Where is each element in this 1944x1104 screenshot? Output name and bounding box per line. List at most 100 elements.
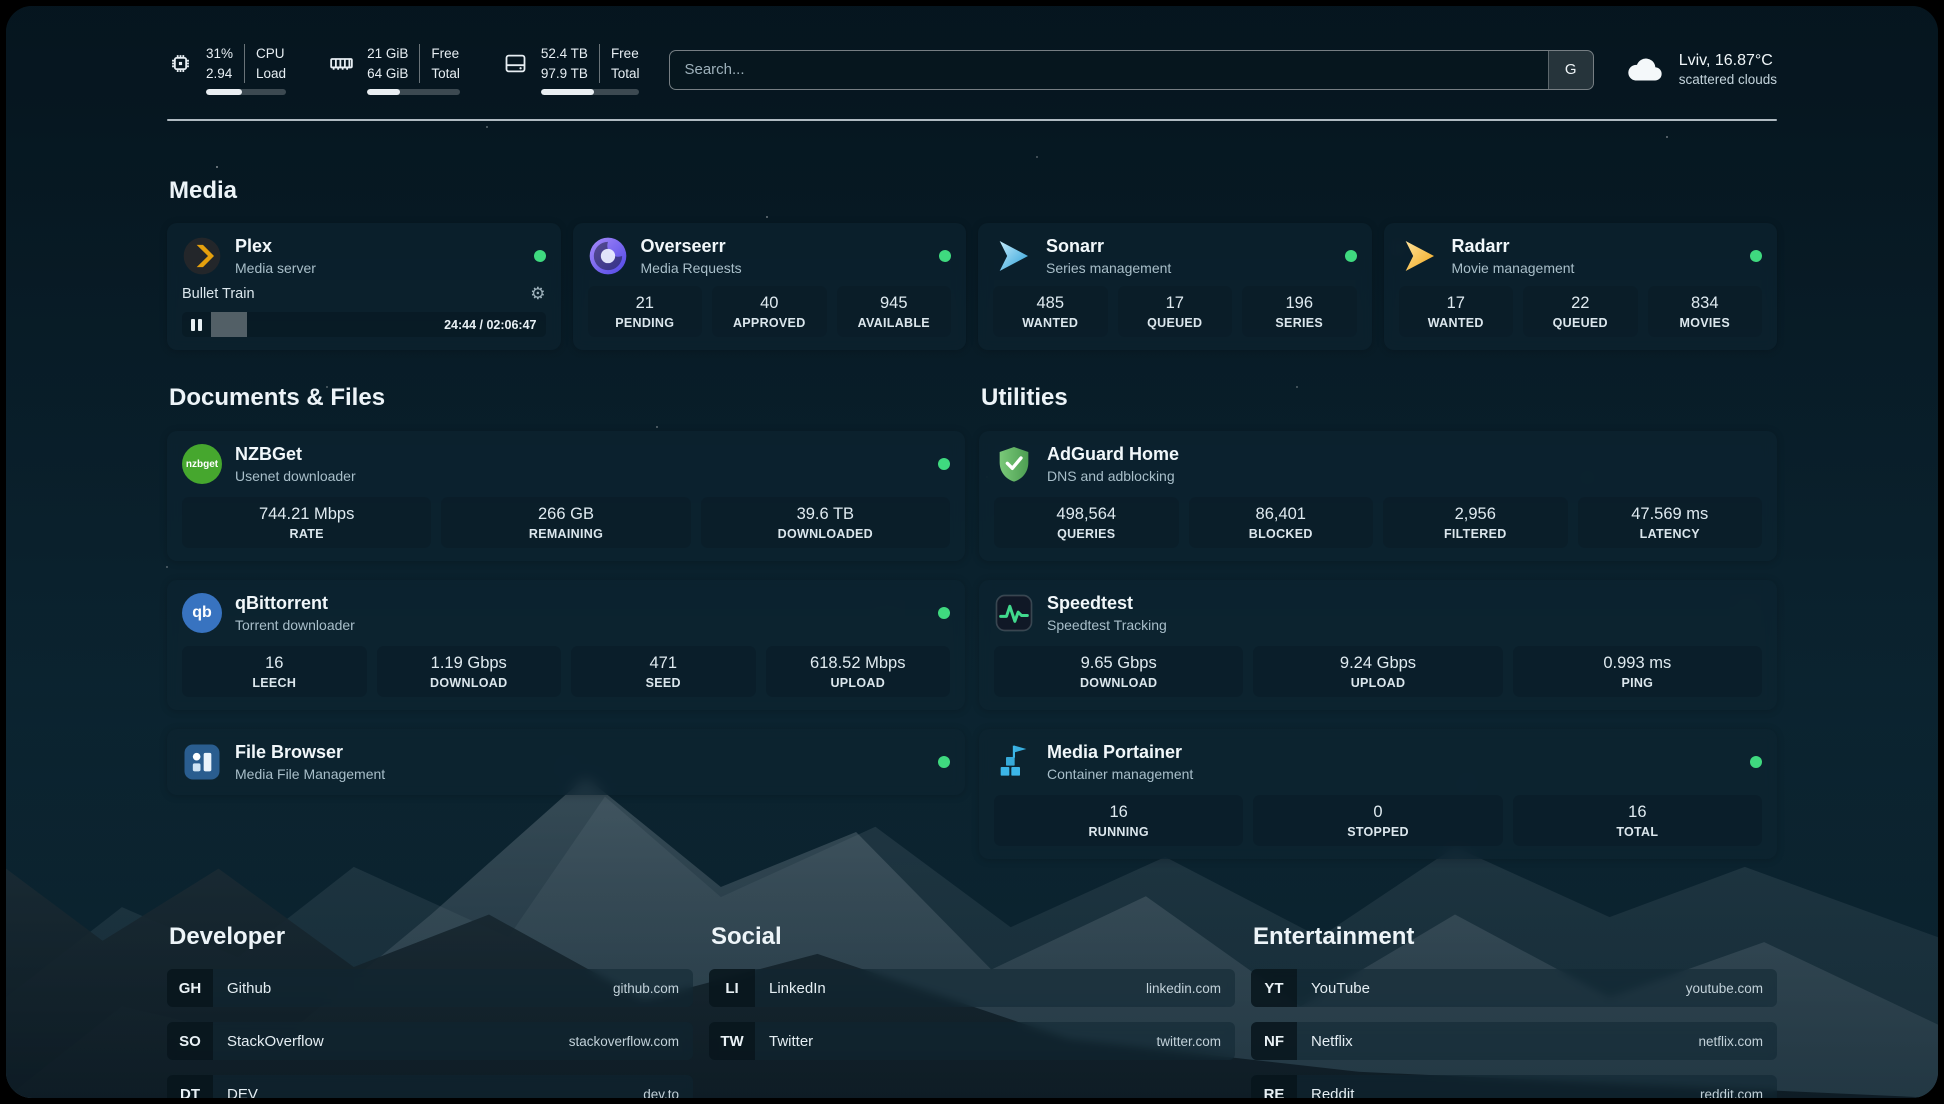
bookmark-abbr: RE <box>1251 1075 1297 1098</box>
stats-row: 16RUNNING 0STOPPED 16TOTAL <box>994 795 1762 846</box>
status-dot <box>939 250 951 262</box>
stats-row: 744.21 MbpsRATE 266 GBREMAINING 39.6 TBD… <box>182 497 950 548</box>
stat-queued: 17QUEUED <box>1118 286 1233 337</box>
bookmark-reddit[interactable]: RE Reddit reddit.com <box>1251 1075 1777 1098</box>
adguard-icon <box>994 444 1034 484</box>
now-playing-row: Bullet Train ⚙ <box>182 285 546 302</box>
stat-upload: 9.24 GbpsUPLOAD <box>1253 646 1502 697</box>
memory-values: 21 GiB 64 GiB <box>367 44 408 83</box>
bookmark-name: DEV <box>227 1086 258 1098</box>
stat-filtered: 2,956FILTERED <box>1383 497 1568 548</box>
stat-available: 945AVAILABLE <box>837 286 952 337</box>
memory-widget: 21 GiB 64 GiB Free Total <box>328 44 460 95</box>
bookmark-name: Reddit <box>1311 1086 1354 1098</box>
gear-icon[interactable]: ⚙ <box>530 285 545 302</box>
radarr-card[interactable]: Radarr Movie management 17WANTED 22QUEUE… <box>1384 223 1778 350</box>
service-subtitle: Torrent downloader <box>235 617 355 633</box>
documents-section-title: Documents & Files <box>169 384 965 412</box>
stat-pending: 21PENDING <box>588 286 703 337</box>
disk-total-value: 97.9 TB <box>541 64 588 84</box>
documents-column: Documents & Files nzbget NZBGet Usenet d… <box>167 384 965 859</box>
stat-blocked: 86,401BLOCKED <box>1189 497 1374 548</box>
bookmark-url: reddit.com <box>1700 1087 1763 1098</box>
disk-progressbar <box>541 89 640 95</box>
service-subtitle: Usenet downloader <box>235 468 356 484</box>
stat-total: 16TOTAL <box>1513 795 1762 846</box>
cpu-labels: CPU Load <box>244 44 286 83</box>
pause-button[interactable] <box>191 319 202 331</box>
bookmark-youtube[interactable]: YT YouTube youtube.com <box>1251 969 1777 1007</box>
cpu-widget: 31% 2.94 CPU Load <box>167 44 286 95</box>
search-provider-button[interactable]: G <box>1548 51 1593 89</box>
header-divider <box>167 119 1777 121</box>
sonarr-icon <box>993 236 1033 276</box>
bookmark-url: linkedin.com <box>1146 981 1221 996</box>
playback-track[interactable] <box>211 312 434 337</box>
stat-download: 9.65 GbpsDOWNLOAD <box>994 646 1243 697</box>
bookmarks-section: Developer GH Github github.com SO StackO… <box>167 923 1777 1098</box>
memory-labels: Free Total <box>419 44 460 83</box>
service-subtitle: Media Requests <box>641 260 742 276</box>
speedtest-card[interactable]: Speedtest Speedtest Tracking 9.65 GbpsDO… <box>979 580 1777 710</box>
service-name: NZBGet <box>235 445 356 465</box>
status-dot <box>1345 250 1357 262</box>
stat-series: 196SERIES <box>1242 286 1357 337</box>
stat-running: 16RUNNING <box>994 795 1243 846</box>
stat-wanted: 485WANTED <box>993 286 1108 337</box>
sonarr-card[interactable]: Sonarr Series management 485WANTED 17QUE… <box>978 223 1372 350</box>
filebrowser-card[interactable]: File Browser Media File Management <box>167 729 965 795</box>
bookmark-name: Twitter <box>769 1033 813 1050</box>
cloud-icon <box>1624 49 1666 91</box>
service-subtitle: Series management <box>1046 260 1171 276</box>
bookmark-abbr: SO <box>167 1022 213 1060</box>
stats-row: 21PENDING 40APPROVED 945AVAILABLE <box>588 286 952 337</box>
snow-specks <box>6 6 8 8</box>
stat-download: 1.19 GbpsDOWNLOAD <box>377 646 562 697</box>
stat-approved: 40APPROVED <box>712 286 827 337</box>
playback-time: 24:44 / 02:06:47 <box>444 318 536 332</box>
bookmark-stackoverflow[interactable]: SO StackOverflow stackoverflow.com <box>167 1022 693 1060</box>
weather-condition: scattered clouds <box>1679 72 1777 87</box>
developer-group-title: Developer <box>169 923 693 951</box>
nzbget-card[interactable]: nzbget NZBGet Usenet downloader 744.21 M… <box>167 431 965 561</box>
media-section-title: Media <box>169 177 1777 205</box>
memory-total-label: Total <box>431 64 460 84</box>
weather-location: Lviv, 16.87°C <box>1679 52 1777 70</box>
media-section: Media Plex Media server Bullet <box>167 177 1777 350</box>
bookmark-netflix[interactable]: NF Netflix netflix.com <box>1251 1022 1777 1060</box>
utilities-section-title: Utilities <box>981 384 1777 412</box>
portainer-icon <box>994 742 1034 782</box>
disk-icon <box>502 50 529 77</box>
bookmark-github[interactable]: GH Github github.com <box>167 969 693 1007</box>
status-dot <box>1750 250 1762 262</box>
filebrowser-icon <box>182 742 222 782</box>
bookmark-url: stackoverflow.com <box>569 1034 679 1049</box>
bookmark-abbr: GH <box>167 969 213 1007</box>
bookmark-abbr: NF <box>1251 1022 1297 1060</box>
disk-readout: 52.4 TB 97.9 TB Free Total <box>541 44 640 95</box>
bookmarks-developer-group: Developer GH Github github.com SO StackO… <box>167 923 693 1098</box>
cpu-percent: 31% <box>206 44 233 64</box>
middle-columns: Documents & Files nzbget NZBGet Usenet d… <box>167 384 1777 859</box>
bookmark-abbr: YT <box>1251 969 1297 1007</box>
memory-progressbar <box>367 89 460 95</box>
bookmark-url: github.com <box>613 981 679 996</box>
stat-queries: 498,564QUERIES <box>994 497 1179 548</box>
weather-text: Lviv, 16.87°C scattered clouds <box>1679 52 1777 87</box>
search-input[interactable] <box>670 51 1547 89</box>
stat-ping: 0.993 msPING <box>1513 646 1762 697</box>
portainer-card[interactable]: Media Portainer Container management 16R… <box>979 729 1777 859</box>
stats-row: 17WANTED 22QUEUED 834MOVIES <box>1399 286 1763 337</box>
service-name: AdGuard Home <box>1047 445 1179 465</box>
bookmark-url: youtube.com <box>1686 981 1763 996</box>
bookmark-twitter[interactable]: TW Twitter twitter.com <box>709 1022 1235 1060</box>
adguard-card[interactable]: AdGuard Home DNS and adblocking 498,564Q… <box>979 431 1777 561</box>
service-name: Radarr <box>1452 237 1575 257</box>
qbittorrent-card[interactable]: qb qBittorrent Torrent downloader 16LEEC… <box>167 580 965 710</box>
media-grid: Plex Media server Bullet Train ⚙ 24:44 /… <box>167 223 1777 350</box>
plex-card[interactable]: Plex Media server Bullet Train ⚙ 24:44 /… <box>167 223 561 350</box>
bookmark-dev[interactable]: DT DEV dev.to <box>167 1075 693 1098</box>
overseerr-card[interactable]: Overseerr Media Requests 21PENDING 40APP… <box>573 223 967 350</box>
weather-widget: Lviv, 16.87°C scattered clouds <box>1624 49 1777 91</box>
bookmark-linkedin[interactable]: LI LinkedIn linkedin.com <box>709 969 1235 1007</box>
